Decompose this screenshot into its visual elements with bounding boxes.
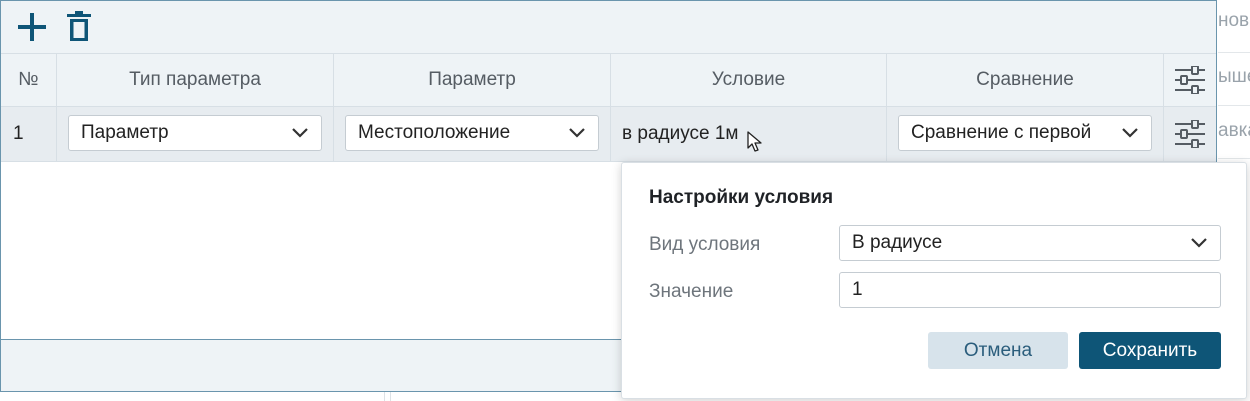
value-input[interactable] [839, 272, 1221, 308]
header-settings-button[interactable] [1164, 54, 1216, 106]
comparison-select[interactable]: Сравнение с первой [898, 115, 1152, 151]
table-row[interactable]: 1 Параметр Местоположение в радиусе 1м С… [1, 107, 1216, 162]
row-number: 1 [1, 107, 57, 161]
popup-title: Настройки условия [649, 187, 834, 208]
background-text: нов [1218, 10, 1250, 31]
row-settings-button[interactable] [1164, 107, 1216, 161]
table-header: № Тип параметра Параметр Условие Сравнен… [1, 54, 1216, 107]
cell-comparison: Сравнение с первой [887, 107, 1164, 161]
cell-param: Местоположение [334, 107, 611, 161]
chevron-down-icon [1122, 128, 1138, 138]
background-text: авка [1218, 120, 1250, 141]
cancel-button[interactable]: Отмена [928, 332, 1068, 369]
trash-icon [67, 11, 91, 41]
sliders-icon [1175, 66, 1205, 94]
header-comparison[interactable]: Сравнение [887, 54, 1164, 106]
condition-type-label: Вид условия [649, 234, 761, 255]
save-button[interactable]: Сохранить [1079, 332, 1221, 369]
header-param[interactable]: Параметр [334, 54, 611, 106]
chevron-down-icon [1191, 238, 1207, 248]
comparison-value: Сравнение с первой [911, 122, 1092, 143]
param-type-select[interactable]: Параметр [68, 115, 322, 151]
header-number: № [1, 54, 57, 106]
condition-type-select[interactable]: В радиусе [839, 225, 1221, 261]
chevron-down-icon [569, 128, 585, 138]
add-button[interactable] [14, 7, 50, 47]
plus-icon [18, 13, 46, 41]
header-param-type[interactable]: Тип параметра [57, 54, 334, 106]
chevron-down-icon [292, 128, 308, 138]
toolbar [1, 1, 1216, 53]
sliders-icon [1175, 120, 1205, 148]
condition-settings-popup: Настройки условия Вид условия В радиусе … [621, 162, 1247, 399]
param-select[interactable]: Местоположение [345, 115, 599, 151]
cell-param-type: Параметр [57, 107, 334, 161]
background-text: ыше [1218, 66, 1250, 87]
value-label: Значение [649, 281, 734, 302]
condition-type-value: В радиусе [852, 232, 943, 253]
header-condition[interactable]: Условие [611, 54, 887, 106]
delete-button[interactable] [61, 7, 97, 47]
param-type-value: Параметр [81, 122, 169, 143]
param-value: Местоположение [358, 122, 511, 143]
mouse-cursor-icon [747, 131, 762, 152]
